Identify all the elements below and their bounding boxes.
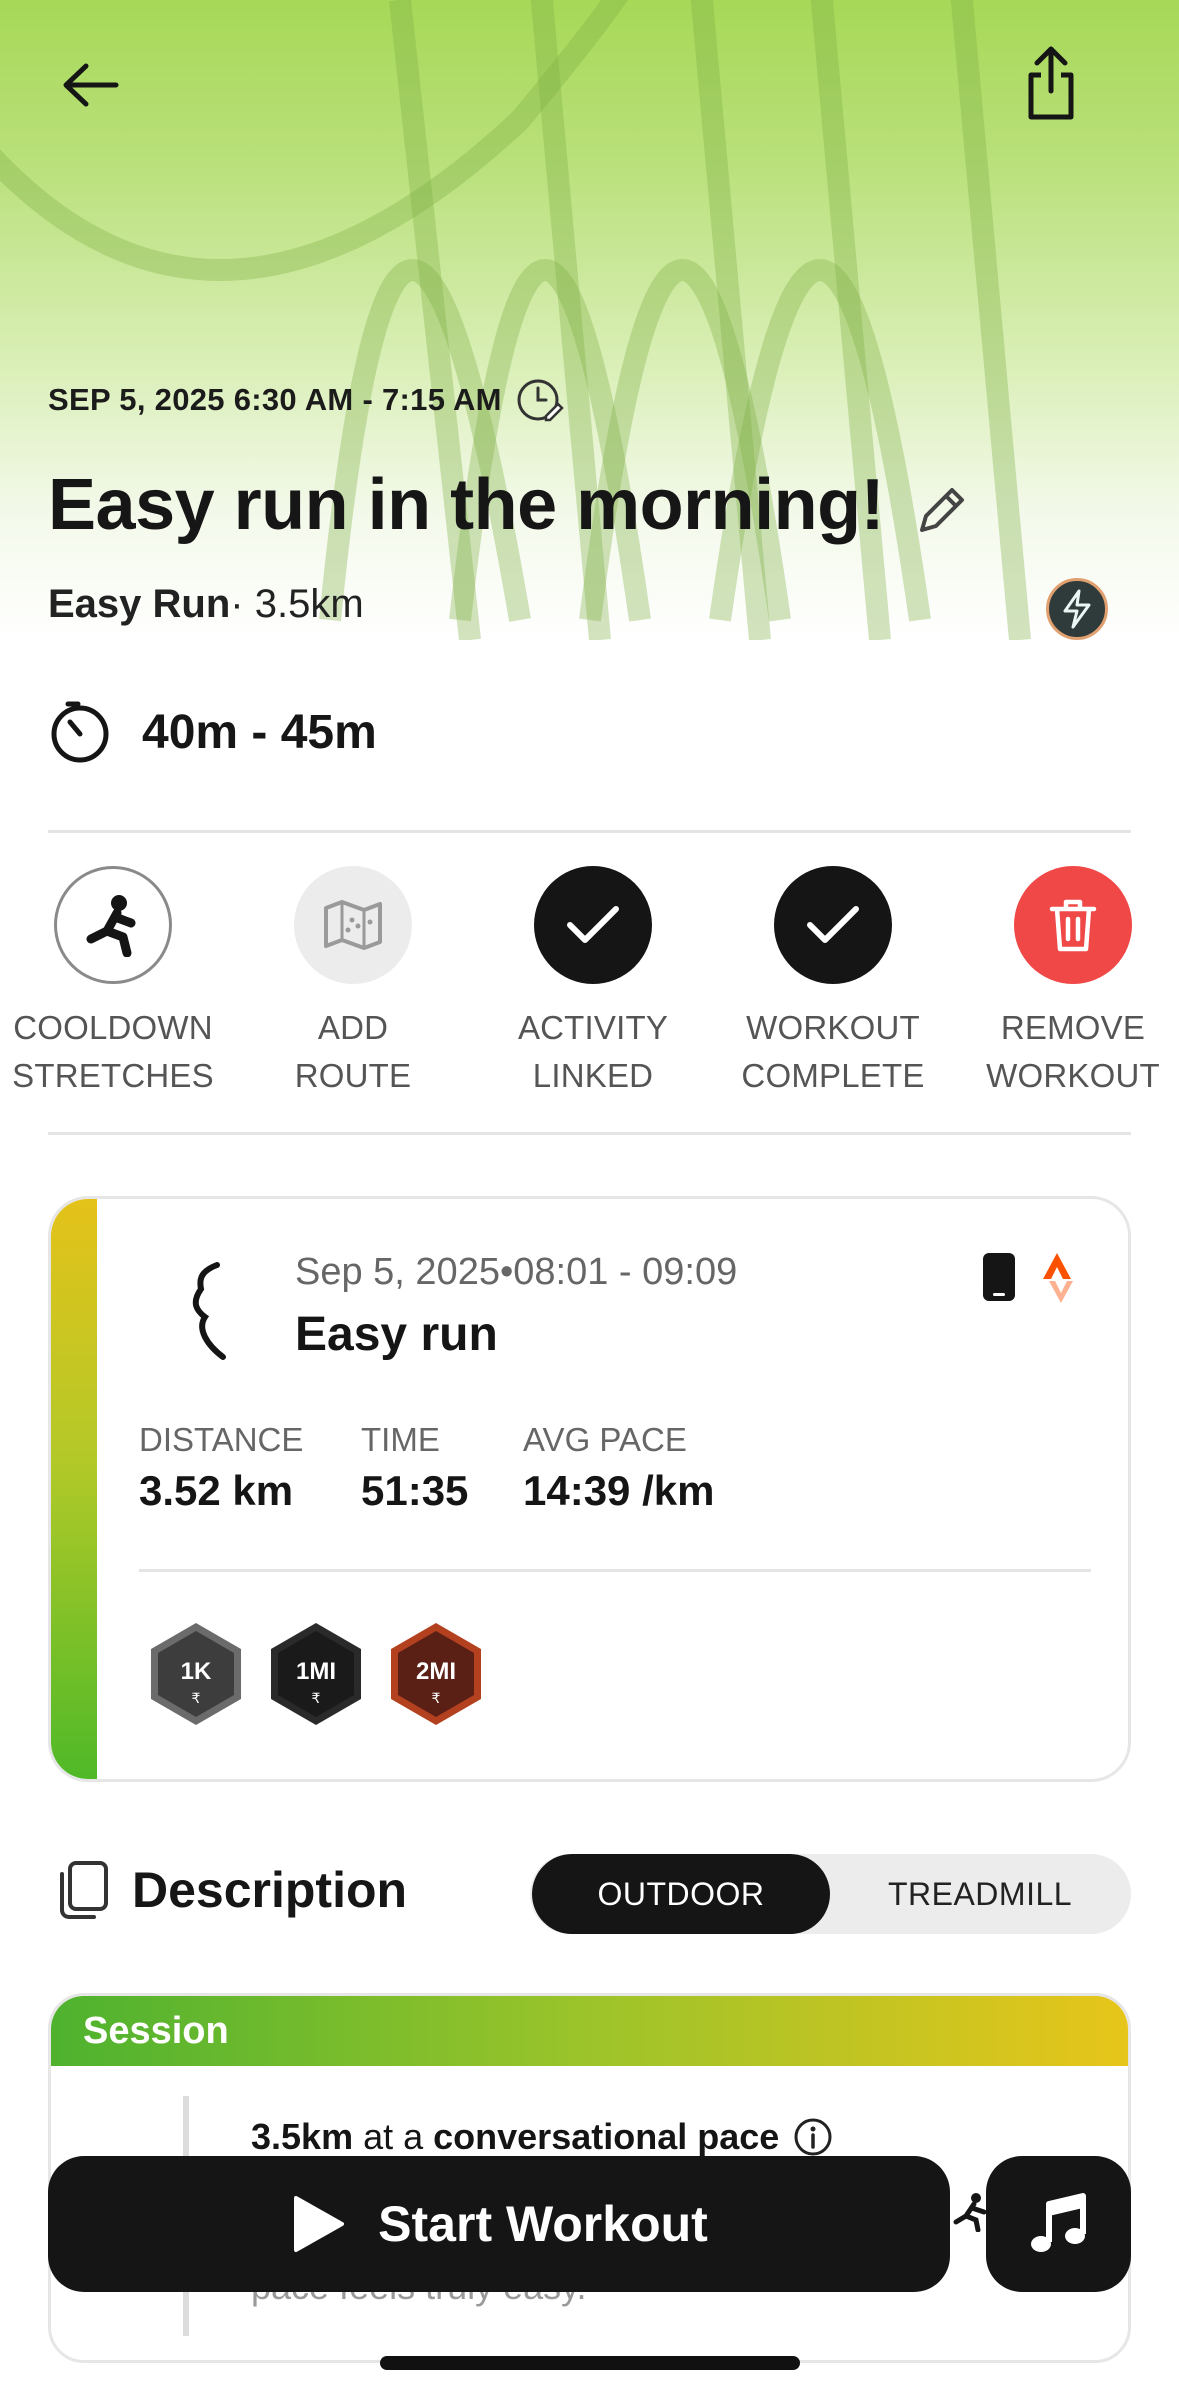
workout-distance: · 3.5km: [230, 582, 364, 626]
session-pace: conversational pace: [433, 2116, 780, 2157]
activity-linked-button[interactable]: [534, 866, 652, 984]
back-button[interactable]: [52, 50, 128, 120]
label-line: COMPLETE: [741, 1057, 925, 1094]
start-workout-label: Start Workout: [378, 2196, 708, 2252]
label-line: ADD: [317, 1009, 389, 1046]
energy-badge[interactable]: [1046, 578, 1108, 640]
stat-value: 14:39 /km: [523, 1467, 715, 1514]
workout-title: Easy run in the morning!: [48, 464, 885, 546]
checkmark-icon: [807, 906, 859, 943]
cooldown-stretches-action[interactable]: COOLDOWN STRETCHES: [3, 866, 223, 1100]
edit-title-button[interactable]: [906, 474, 978, 546]
route-thumbnail-icon: [192, 1262, 226, 1360]
session-distance: 3.5km: [251, 2116, 354, 2157]
label-line: COOLDOWN: [13, 1009, 213, 1046]
description-header: Description: [56, 1860, 407, 1920]
info-icon[interactable]: [793, 2117, 833, 2157]
badge-label: 2MI: [416, 1658, 456, 1685]
stat-avg-pace: AVG PACE 14:39 /km: [523, 1421, 714, 1515]
label-line: WORKOUT: [746, 1009, 920, 1046]
workout-subtitle: Easy Run· 3.5km: [48, 582, 364, 627]
badge-1k-icon[interactable]: 1K ₹: [141, 1619, 251, 1729]
session-step-text: 3.5km at a conversational pace: [251, 2116, 833, 2158]
activity-name: Easy run: [295, 1308, 498, 1361]
remove-workout-action[interactable]: REMOVE WORKOUT: [963, 866, 1179, 1100]
copy-icon: [60, 1861, 108, 1919]
label-line: WORKOUT: [986, 1057, 1160, 1094]
workout-complete-button[interactable]: [774, 866, 892, 984]
duration-text: 40m - 45m: [142, 705, 377, 759]
label-line: ACTIVITY: [517, 1009, 669, 1046]
activity-date: Sep 5, 2025•08:01 - 09:09: [295, 1251, 738, 1293]
badge-2mi-icon[interactable]: 2MI ₹: [381, 1619, 491, 1729]
share-button[interactable]: [1016, 40, 1086, 126]
label-line: ROUTE: [294, 1057, 412, 1094]
label-line: REMOVE: [1000, 1009, 1146, 1046]
badge-label: 1K: [181, 1658, 212, 1685]
add-route-button[interactable]: [294, 866, 412, 984]
music-note-icon: [1030, 2193, 1086, 2252]
badge-mark: ₹: [192, 1691, 201, 1707]
lightning-icon: [1063, 589, 1091, 629]
pencil-icon: [920, 488, 964, 532]
stopwatch-icon: [51, 701, 109, 763]
stat-distance: DISTANCE 3.52 km: [139, 1421, 303, 1515]
session-connector: at a: [353, 2116, 434, 2157]
stat-label: TIME: [361, 1421, 440, 1458]
badge-1mi-icon[interactable]: 1MI ₹: [261, 1619, 371, 1729]
toggle-outdoor[interactable]: OUTDOOR: [532, 1854, 830, 1934]
toggle-treadmill[interactable]: TREADMILL: [830, 1854, 1130, 1934]
stat-value: 3.52 km: [139, 1467, 294, 1514]
label-line: LINKED: [532, 1057, 654, 1094]
date-range-text: SEP 5, 2025 6:30 AM - 7:15 AM: [48, 382, 502, 417]
card-divider: [139, 1569, 1091, 1572]
stat-value: 51:35: [361, 1467, 469, 1514]
badge-mark: ₹: [432, 1691, 441, 1707]
cooldown-stretches-label: COOLDOWN STRETCHES: [3, 1004, 223, 1100]
workout-title-text: Easy run in the morning!: [48, 465, 885, 545]
start-workout-button[interactable]: Start Workout: [48, 2156, 950, 2292]
arrow-left-icon: [63, 63, 119, 107]
checkmark-icon: [567, 906, 619, 943]
description-title: Description: [132, 1862, 408, 1918]
add-route-label: ADD ROUTE: [243, 1004, 463, 1100]
runner-icon: [953, 2193, 987, 2232]
play-icon: [294, 2196, 345, 2252]
linked-activity-card[interactable]: Sep 5, 2025•08:01 - 09:09 Easy run DISTA…: [48, 1196, 1131, 1782]
stat-label: AVG PACE: [523, 1421, 687, 1458]
badge-label: 1MI: [296, 1658, 336, 1685]
activity-linked-label: ACTIVITY LINKED: [483, 1004, 703, 1100]
home-indicator[interactable]: [380, 2356, 800, 2370]
workout-duration: 40m - 45m: [48, 700, 377, 764]
strava-icon: [1043, 1253, 1073, 1303]
add-route-action[interactable]: ADD ROUTE: [243, 866, 463, 1100]
stretch-figure-icon: [86, 895, 136, 957]
divider-actions: [48, 1132, 1131, 1135]
badge-mark: ₹: [312, 1691, 321, 1707]
stat-time: TIME 51:35: [361, 1421, 468, 1515]
card-accent-stripe: [51, 1199, 97, 1779]
divider-top: [48, 830, 1131, 833]
action-row: COOLDOWN STRETCHES ADD ROUTE ACTIVITY LI…: [0, 866, 1179, 1096]
cooldown-stretches-button[interactable]: [54, 866, 172, 984]
workout-type: Easy Run: [48, 582, 231, 626]
workout-date-range: SEP 5, 2025 6:30 AM - 7:15 AM: [48, 376, 564, 424]
label-line: STRETCHES: [12, 1057, 214, 1094]
edit-time-icon[interactable]: [516, 376, 564, 424]
session-header: Session: [51, 1996, 1128, 2066]
activity-linked-action[interactable]: ACTIVITY LINKED: [483, 866, 703, 1100]
workout-complete-label: WORKOUT COMPLETE: [723, 1004, 943, 1100]
remove-workout-label: REMOVE WORKOUT: [963, 1004, 1179, 1100]
phone-icon: [983, 1253, 1015, 1301]
environment-toggle[interactable]: OUTDOOR TREADMILL: [530, 1854, 1131, 1934]
music-button[interactable]: [986, 2156, 1131, 2292]
map-icon: [324, 900, 382, 950]
stat-label: DISTANCE: [139, 1421, 304, 1458]
trash-icon: [1049, 899, 1097, 952]
remove-workout-button[interactable]: [1014, 866, 1132, 984]
share-icon: [1028, 46, 1074, 120]
workout-complete-action[interactable]: WORKOUT COMPLETE: [723, 866, 943, 1100]
